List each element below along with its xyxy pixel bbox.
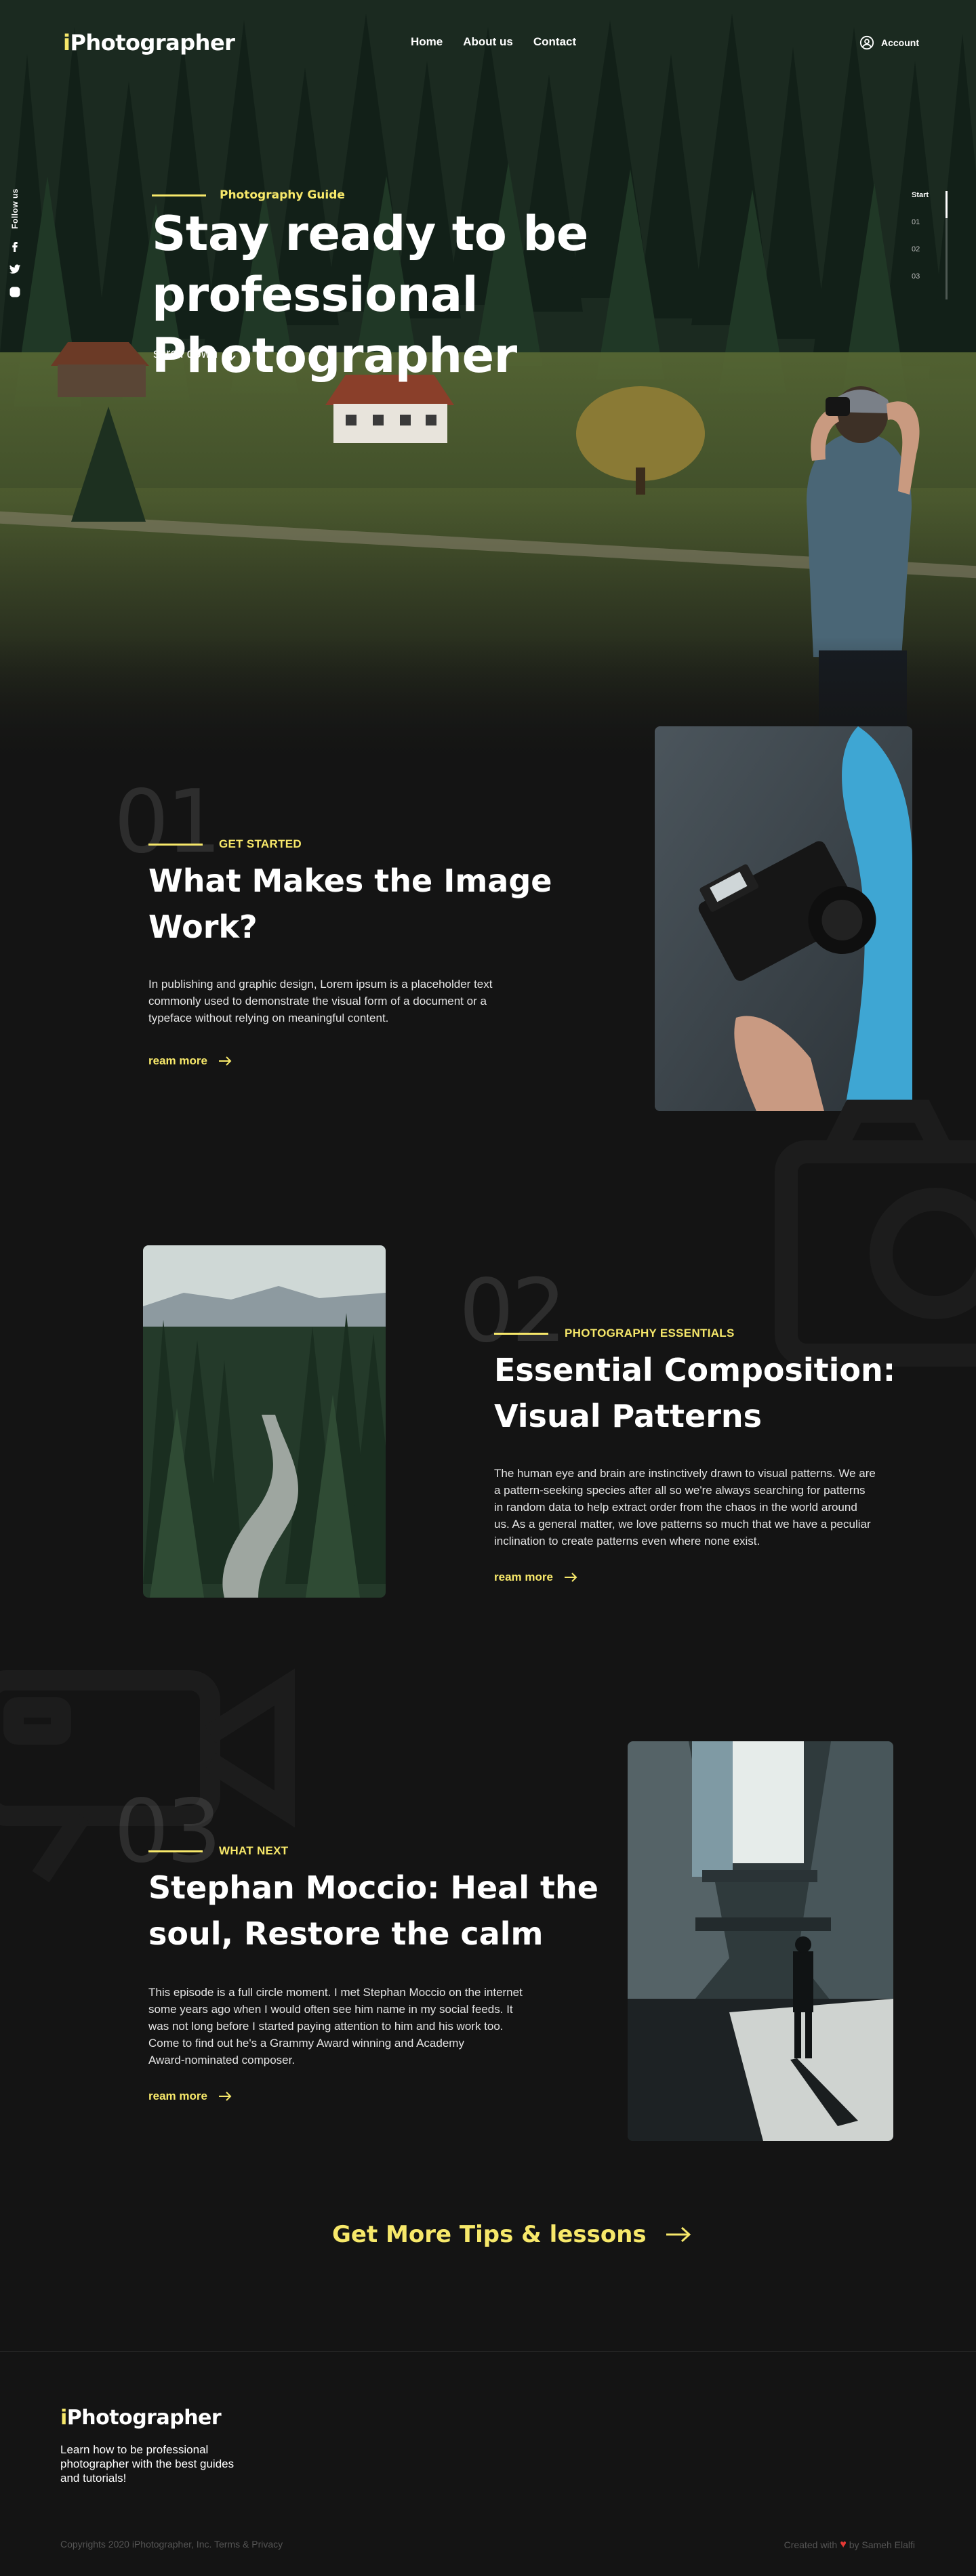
- footer: iPhotographer Learn how to be profession…: [0, 2351, 976, 2576]
- section-number-03: 03: [114, 1781, 222, 1882]
- user-circle-icon: [859, 35, 874, 50]
- top-navbar: iPhotographer Home About us Contact Acco…: [0, 0, 976, 88]
- facebook-icon[interactable]: [9, 240, 21, 252]
- footer-logo[interactable]: iPhotographer: [60, 2406, 222, 2430]
- arrow-right-icon: [218, 1056, 232, 1066]
- section-03-read-more[interactable]: ream more: [148, 2090, 232, 2103]
- section-03-kicker: WHAT NEXT: [148, 1844, 288, 1858]
- nav-contact[interactable]: Contact: [533, 35, 576, 49]
- section-02-body: The human eye and brain are instinctivel…: [494, 1467, 876, 1547]
- cta-label: Get More Tips & lessons: [332, 2221, 647, 2248]
- footer-description: Learn how to be professional photographe…: [60, 2443, 235, 2485]
- nav-home[interactable]: Home: [411, 35, 443, 49]
- heart-icon: ♥: [840, 2539, 847, 2550]
- autumn-tree: [576, 386, 705, 495]
- urban-underpass-photo: [628, 1741, 893, 2141]
- account-button[interactable]: Account: [859, 35, 919, 50]
- section-02-kicker: PHOTOGRAPHY ESSENTIALS: [494, 1327, 735, 1340]
- arrow-down-icon: [226, 348, 236, 361]
- section-01-read-more[interactable]: ream more: [148, 1054, 232, 1068]
- hero-title-line1: Stay ready to be: [152, 206, 588, 262]
- arrow-right-icon: [666, 2226, 691, 2243]
- camera-outline-decoration: [775, 1100, 976, 1367]
- created-by: Created with ♥ by Sameh Elalfi: [784, 2539, 915, 2550]
- kicker-line: [148, 1850, 203, 1852]
- forest-river-photo: [143, 1245, 386, 1598]
- scroll-down-link[interactable]: scroll down: [153, 347, 237, 362]
- section-number-01: 01: [114, 772, 222, 873]
- section-01-body: In publishing and graphic design, Lorem …: [148, 978, 493, 1024]
- section-number-02: 02: [459, 1261, 567, 1362]
- hero-title-line2: professional Photographer: [152, 267, 517, 383]
- slide-indicator: Start 01 02 03: [912, 191, 966, 299]
- section-01-kicker: GET STARTED: [148, 837, 302, 851]
- hero-title: Stay ready to be professional Photograph…: [152, 203, 816, 386]
- barn: [51, 342, 149, 397]
- site-logo[interactable]: iPhotographer: [63, 30, 235, 56]
- slide-03[interactable]: 03: [912, 272, 966, 299]
- twitter-icon[interactable]: [9, 263, 21, 275]
- hero-kicker-text: Photography Guide: [220, 188, 345, 202]
- main-nav: Home About us Contact: [411, 35, 596, 49]
- section-03-body: This episode is a full circle moment. I …: [148, 1986, 523, 2066]
- social-bar: Follow us: [5, 188, 24, 298]
- nav-about-us[interactable]: About us: [463, 35, 513, 49]
- kicker-line: [152, 194, 206, 196]
- kicker-line: [494, 1332, 548, 1335]
- section-03-title: Stephan Moccio: Heal the soul, Restore t…: [148, 1869, 598, 1952]
- arrow-right-icon: [564, 1573, 577, 1582]
- account-label: Account: [881, 37, 919, 48]
- section-01-title: What Makes the Image Work?: [148, 863, 552, 945]
- camera-hands-photo: [655, 726, 912, 1111]
- copyright-text: Copyrights 2020 iPhotographer, Inc. Term…: [60, 2539, 283, 2550]
- hero-section: [0, 0, 976, 772]
- scroll-down-label: scroll down: [153, 347, 218, 361]
- slide-start[interactable]: Start: [912, 191, 966, 218]
- slide-01[interactable]: 01: [912, 218, 966, 245]
- section-03-kicker-text: WHAT NEXT: [219, 1844, 289, 1857]
- slider-thumb: [946, 191, 948, 218]
- section-01-kicker-text: GET STARTED: [219, 837, 302, 850]
- pine-tree: [71, 407, 146, 522]
- follow-us-label: Follow us: [10, 188, 20, 229]
- section-02-title: Essential Composition: Visual Patterns: [494, 1352, 896, 1434]
- arrow-right-icon: [218, 2092, 232, 2101]
- section-02-read-more[interactable]: ream more: [494, 1571, 577, 1584]
- more-tips-cta[interactable]: Get More Tips & lessons: [332, 2221, 691, 2248]
- hero-kicker: Photography Guide: [152, 188, 345, 202]
- slide-02[interactable]: 02: [912, 245, 966, 272]
- instagram-icon[interactable]: [9, 286, 21, 298]
- kicker-line: [148, 843, 203, 846]
- section-02-kicker-text: PHOTOGRAPHY ESSENTIALS: [565, 1327, 735, 1339]
